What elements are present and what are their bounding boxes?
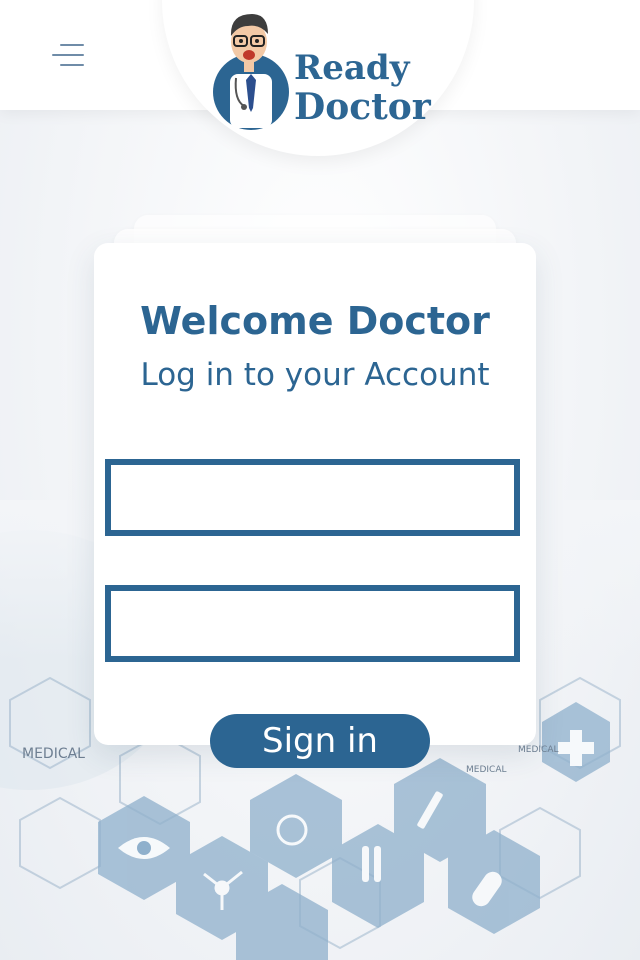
logo-text-doctor: Doctor [294, 86, 431, 128]
bg-label-medical-3: MEDICAL [518, 745, 559, 755]
menu-line [60, 64, 84, 66]
logo-text-ready: Ready [294, 48, 410, 88]
app-logo[interactable]: Ready Doctor [208, 8, 431, 136]
password-input[interactable] [105, 585, 520, 662]
bg-label-medical-2: MEDICAL [466, 765, 507, 775]
menu-icon[interactable] [50, 40, 86, 72]
doctor-mascot-icon [213, 14, 289, 130]
sign-in-button[interactable]: Sign in [210, 714, 430, 768]
bg-label-medical: MEDICAL [22, 746, 85, 762]
menu-line [52, 54, 84, 56]
login-card: Welcome Doctor Log in to your Account [94, 243, 536, 745]
username-input[interactable] [105, 459, 520, 536]
login-title: Welcome Doctor [140, 299, 490, 343]
login-subtitle: Log in to your Account [140, 357, 490, 393]
menu-line [60, 44, 84, 46]
